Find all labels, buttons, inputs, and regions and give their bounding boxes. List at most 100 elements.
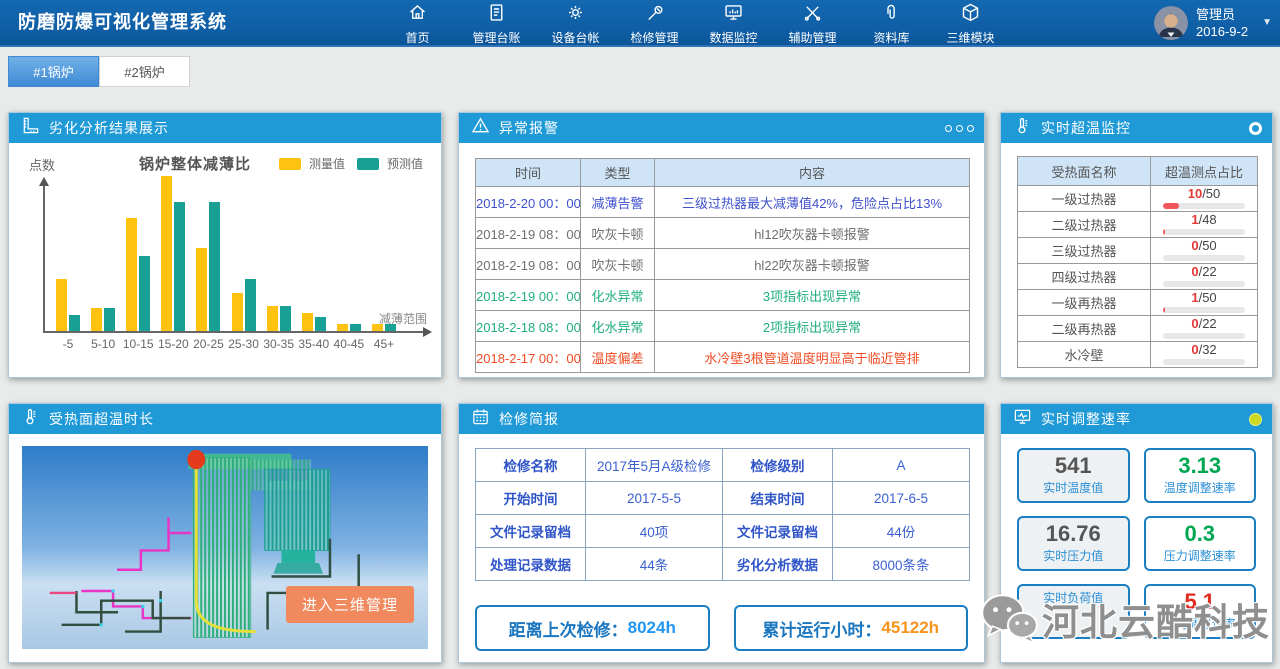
wrench-icon bbox=[644, 2, 665, 29]
record-circle-icon[interactable] bbox=[1249, 122, 1262, 135]
chevron-down-icon[interactable]: ▼ bbox=[1262, 17, 1272, 28]
table-row: 2018-2-17 00：00温度偏差水冷壁3根管道温度明显高于临近管排 bbox=[476, 342, 970, 373]
monitor-pulse-icon bbox=[1011, 407, 1041, 431]
bar bbox=[56, 279, 67, 331]
bar bbox=[315, 317, 326, 331]
panel-title: 实时调整速率 bbox=[1041, 409, 1131, 429]
boiler-tabs: #1锅炉 #2锅炉 bbox=[8, 56, 190, 87]
bar bbox=[139, 256, 150, 331]
dashboard: 防磨防爆可视化管理系统 首页 管理台账 设备台帐 检修管理 数据监控 bbox=[0, 0, 1280, 669]
nav-ledger[interactable]: 管理台账 bbox=[457, 2, 536, 45]
bar-group: -5 bbox=[55, 279, 81, 331]
nav-maintenance[interactable]: 检修管理 bbox=[615, 2, 694, 45]
nav-label: 管理台账 bbox=[472, 29, 520, 46]
table-row: 检修名称2017年5月A级检修检修级别A bbox=[476, 449, 970, 482]
bar bbox=[209, 202, 220, 331]
tab-boiler-1[interactable]: #1锅炉 bbox=[8, 56, 99, 87]
repair-table-body: 检修名称2017年5月A级检修检修级别A开始时间2017-5-5结束时间2017… bbox=[476, 449, 970, 581]
top-header: 防磨防爆可视化管理系统 首页 管理台账 设备台帐 检修管理 数据监控 bbox=[0, 0, 1280, 47]
avatar bbox=[1154, 6, 1188, 40]
home-icon bbox=[407, 2, 428, 29]
table-row: 二级再热器0/22 bbox=[1018, 316, 1258, 342]
since-last-repair-button[interactable]: 距离上次检修： 8024h bbox=[475, 605, 710, 651]
table-row: 二级过热器1/48 bbox=[1018, 212, 1258, 238]
total-run-hours-button[interactable]: 累计运行小时： 45122h bbox=[734, 605, 969, 651]
y-axis-arrow bbox=[39, 177, 49, 186]
nav-3d-module[interactable]: 三维模块 bbox=[931, 2, 1010, 45]
bar bbox=[337, 324, 348, 331]
panel-repair-briefing: 检修简报 检修名称2017年5月A级检修检修级别A开始时间2017-5-5结束时… bbox=[458, 403, 985, 663]
table-row: 2018-2-20 00：00减薄告警三级过热器最大减薄值42%，危险点占比13… bbox=[476, 187, 970, 218]
panel-header: 异常报警 bbox=[459, 113, 984, 143]
table-row: 2018-2-19 08：00吹灰卡顿hl22吹灰器卡顿报警 bbox=[476, 249, 970, 280]
table-row: 三级过热器0/50 bbox=[1018, 238, 1258, 264]
bar-chart-plot: -55-1010-1515-2020-2525-3030-3535-4040-4… bbox=[43, 186, 423, 333]
tab-boiler-2[interactable]: #2锅炉 bbox=[99, 56, 190, 87]
crossed-tools-icon bbox=[802, 2, 823, 29]
summary-label: 距离上次检修： bbox=[509, 616, 628, 641]
nav-data-monitor[interactable]: 数据监控 bbox=[694, 2, 773, 45]
legend-label-measure: 测量值 bbox=[309, 155, 345, 172]
alarm-col-type: 类型 bbox=[581, 159, 655, 187]
overtemp-col-name: 受热面名称 bbox=[1018, 157, 1151, 186]
rate-card: 16.76实时压力值 bbox=[1017, 516, 1130, 571]
overtemp-col-ratio: 超温测点占比 bbox=[1151, 157, 1258, 186]
panel-header: 实时调整速率 bbox=[1001, 404, 1272, 434]
x-axis-arrow bbox=[423, 327, 432, 337]
bar bbox=[280, 306, 291, 331]
bar-group: 25-30 bbox=[231, 279, 257, 331]
thermometer-icon bbox=[19, 407, 49, 431]
panel-header: 劣化分析结果展示 bbox=[9, 113, 441, 143]
bar bbox=[267, 306, 278, 331]
panel-degradation-analysis: 劣化分析结果展示 点数 锅炉整体减薄比 测量值 预测值 -55-1010-151… bbox=[8, 112, 442, 378]
table-row: 2018-2-19 08：00吹灰卡顿hl12吹灰器卡顿报警 bbox=[476, 218, 970, 249]
bar bbox=[232, 293, 243, 331]
panel-overtemp-monitor: 实时超温监控 受热面名称 超温测点占比 一级过热器10/50二级过热器1/48三… bbox=[1000, 112, 1273, 378]
panel-header: 检修简报 bbox=[459, 404, 984, 434]
paperclip-icon bbox=[881, 2, 902, 29]
panel-abnormal-alarms: 异常报警 时间 类型 内容 2018-2-20 00：00减薄告警三级过热器最大… bbox=[458, 112, 985, 378]
alarm-table: 时间 类型 内容 2018-2-20 00：00减薄告警三级过热器最大减薄值42… bbox=[475, 158, 970, 373]
alarm-table-body: 2018-2-20 00：00减薄告警三级过热器最大减薄值42%，危险点占比13… bbox=[476, 187, 970, 373]
bar-group: 10-15 bbox=[125, 218, 151, 331]
panel-title: 异常报警 bbox=[499, 118, 559, 138]
chart-legend: 测量值 预测值 bbox=[279, 155, 427, 172]
bar bbox=[161, 176, 172, 331]
panel-menu-icon[interactable] bbox=[945, 125, 974, 132]
table-row: 文件记录留档40项文件记录留档44份 bbox=[476, 515, 970, 548]
nav-label: 数据监控 bbox=[709, 29, 757, 46]
nav-label: 资料库 bbox=[873, 29, 909, 46]
panel-header: 受热面超温时长 bbox=[9, 404, 441, 434]
alarm-col-content: 内容 bbox=[655, 159, 970, 187]
chart-xlabel: 减薄范围 bbox=[379, 310, 427, 327]
monitor-chart-icon bbox=[723, 2, 744, 29]
main-nav: 首页 管理台账 设备台帐 检修管理 数据监控 辅助管理 bbox=[378, 2, 1010, 45]
overtemp-table: 受热面名称 超温测点占比 一级过热器10/50二级过热器1/48三级过热器0/5… bbox=[1017, 156, 1258, 368]
bar-group: 40-45 bbox=[336, 324, 362, 331]
nav-label: 首页 bbox=[405, 29, 429, 46]
table-row: 处理记录数据44条劣化分析数据8000条条 bbox=[476, 548, 970, 581]
bar bbox=[104, 308, 115, 331]
panel-title: 检修简报 bbox=[499, 409, 559, 429]
alarm-col-time: 时间 bbox=[476, 159, 581, 187]
rate-card: 0.3压力调整速率 bbox=[1144, 516, 1257, 571]
legend-swatch-measure bbox=[279, 158, 301, 170]
enter-3d-management-button[interactable]: 进入三维管理 bbox=[286, 586, 414, 623]
nav-aux-management[interactable]: 辅助管理 bbox=[773, 2, 852, 45]
user-date: 2016-9-2 bbox=[1196, 23, 1248, 40]
rate-card: 实时负荷值 bbox=[1017, 584, 1130, 639]
user-menu[interactable]: 管理员 2016-9-2 ▼ bbox=[1154, 0, 1272, 45]
bar bbox=[126, 218, 137, 331]
nav-home[interactable]: 首页 bbox=[378, 2, 457, 45]
status-dot-icon[interactable] bbox=[1249, 413, 1262, 426]
nav-equipment[interactable]: 设备台帐 bbox=[536, 2, 615, 45]
calendar-icon bbox=[469, 407, 499, 431]
nav-label: 辅助管理 bbox=[788, 29, 836, 46]
table-row: 一级再热器1/50 bbox=[1018, 290, 1258, 316]
summary-label: 累计运行小时： bbox=[762, 616, 881, 641]
warning-icon bbox=[469, 116, 499, 140]
gear-icon bbox=[565, 2, 586, 29]
nav-library[interactable]: 资料库 bbox=[852, 2, 931, 45]
ruler-icon bbox=[19, 116, 49, 140]
boiler-3d-view[interactable]: 进入三维管理 bbox=[22, 446, 428, 649]
